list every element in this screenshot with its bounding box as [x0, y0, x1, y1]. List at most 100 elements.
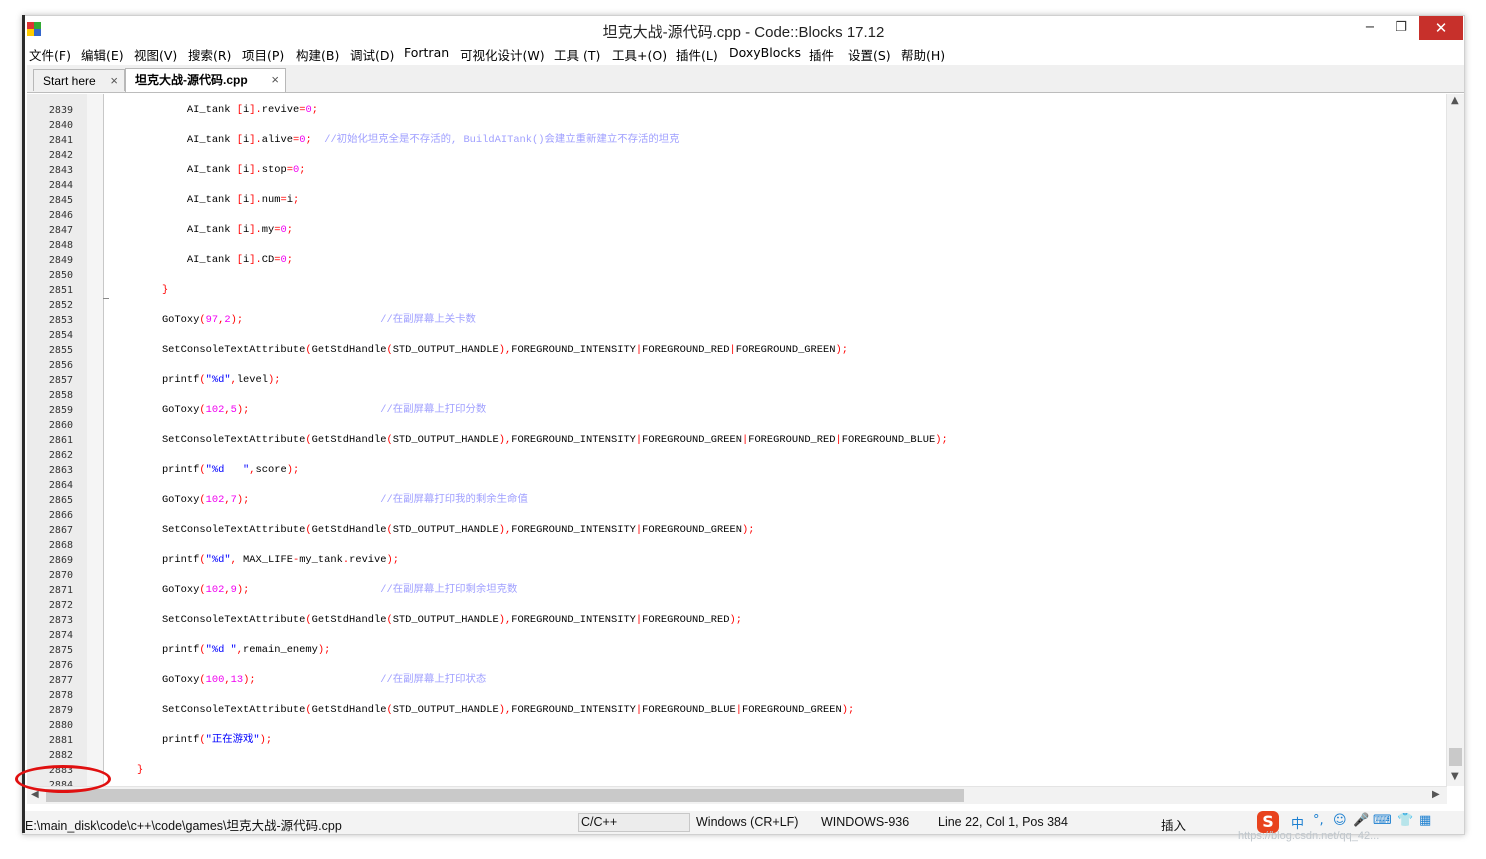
- scroll-up-arrow-icon[interactable]: ▲: [1451, 95, 1459, 106]
- line-number: 2862: [48, 450, 73, 461]
- code-line[interactable]: 2878: [27, 688, 1427, 703]
- code-line[interactable]: 2876: [27, 658, 1427, 673]
- code-line[interactable]: 2880: [27, 718, 1427, 733]
- code-line[interactable]: 2845 AI_tank [i].num=i;: [27, 193, 1427, 208]
- code-line[interactable]: 2846: [27, 208, 1427, 223]
- code-text: AI_tank [i].revive=0;: [137, 104, 318, 116]
- code-line[interactable]: 2856: [27, 358, 1427, 373]
- microphone-icon[interactable]: 🎤: [1353, 813, 1369, 828]
- close-icon[interactable]: ×: [271, 69, 279, 91]
- close-button[interactable]: ✕: [1419, 16, 1463, 40]
- code-line[interactable]: 2874: [27, 628, 1427, 643]
- code-line[interactable]: 2866: [27, 508, 1427, 523]
- vertical-scroll-thumb[interactable]: [1449, 748, 1462, 766]
- menu-edit[interactable]: 编辑(E): [81, 45, 124, 64]
- code-editor[interactable]: 2839 AI_tank [i].revive=0; 2840 2841 AI_ta…: [27, 94, 1464, 804]
- code-text: GoToxy(102,5); //在副屏幕上打印分数: [137, 404, 487, 416]
- tab-start-here[interactable]: Start here ×: [33, 69, 125, 91]
- punctuation-icon[interactable]: °,: [1313, 813, 1324, 828]
- code-line[interactable]: 2862: [27, 448, 1427, 463]
- code-line[interactable]: 2851 }: [27, 283, 1427, 298]
- menu-doxyblocks[interactable]: DoxyBlocks: [729, 45, 801, 60]
- line-number: 2841: [48, 135, 73, 146]
- horizontal-scrollbar[interactable]: ◀ ▶: [27, 786, 1447, 804]
- code-line[interactable]: 2839 AI_tank [i].revive=0;: [27, 103, 1427, 118]
- code-line[interactable]: 2882: [27, 748, 1427, 763]
- code-line[interactable]: 2853 GoToxy(97,2); //在副屏幕上关卡数: [27, 313, 1427, 328]
- code-line[interactable]: 2841 AI_tank [i].alive=0; //初始化坦克全是不存活的,…: [27, 133, 1427, 148]
- menu-search[interactable]: 搜索(R): [188, 45, 231, 64]
- scroll-down-arrow-icon[interactable]: ▼: [1451, 771, 1459, 782]
- menu-view[interactable]: 视图(V): [134, 45, 177, 64]
- menu-visual-design[interactable]: 可视化设计(W): [460, 45, 545, 64]
- toolbox-icon[interactable]: ▦: [1419, 813, 1431, 828]
- code-line[interactable]: 2855 SetConsoleTextAttribute(GetStdHandl…: [27, 343, 1427, 358]
- emoji-icon[interactable]: ☺: [1333, 813, 1347, 828]
- tab-source-file[interactable]: 坦克大战-源代码.cpp ×: [125, 68, 286, 92]
- code-line[interactable]: 2857 printf("%d",level);: [27, 373, 1427, 388]
- code-line[interactable]: 2883}: [27, 763, 1427, 778]
- code-line[interactable]: 2872: [27, 598, 1427, 613]
- menu-plugins[interactable]: 插件(L): [676, 45, 718, 64]
- menu-settings[interactable]: 设置(S): [848, 45, 891, 64]
- code-line[interactable]: 2870: [27, 568, 1427, 583]
- minimize-button[interactable]: −: [1354, 16, 1386, 40]
- code-line[interactable]: 2844: [27, 178, 1427, 193]
- code-line[interactable]: 2865 GoToxy(102,7); //在副屏幕打印我的剩余生命值: [27, 493, 1427, 508]
- line-number: 2852: [48, 300, 73, 311]
- line-number: 2868: [48, 540, 73, 551]
- code-line[interactable]: 2864: [27, 478, 1427, 493]
- code-line[interactable]: 2875 printf("%d ",remain_enemy);: [27, 643, 1427, 658]
- menu-tools[interactable]: 工具 (T): [554, 45, 600, 64]
- code-text: GoToxy(97,2); //在副屏幕上关卡数: [137, 314, 476, 326]
- keyboard-icon[interactable]: ⌨: [1373, 813, 1392, 828]
- menu-file[interactable]: 文件(F): [29, 45, 71, 64]
- close-icon[interactable]: ×: [110, 70, 118, 92]
- horizontal-scroll-thumb[interactable]: [46, 789, 964, 802]
- code-line[interactable]: 2840: [27, 118, 1427, 133]
- code-line[interactable]: 2868: [27, 538, 1427, 553]
- code-line[interactable]: 2867 SetConsoleTextAttribute(GetStdHandl…: [27, 523, 1427, 538]
- menu-build[interactable]: 构建(B): [296, 45, 339, 64]
- skin-icon[interactable]: 👕: [1397, 813, 1413, 828]
- line-number: 2864: [48, 480, 73, 491]
- code-line[interactable]: 2879 SetConsoleTextAttribute(GetStdHandl…: [27, 703, 1427, 718]
- code-line[interactable]: 2850: [27, 268, 1427, 283]
- code-line[interactable]: 2861 SetConsoleTextAttribute(GetStdHandl…: [27, 433, 1427, 448]
- code-text: SetConsoleTextAttribute(GetStdHandle(STD…: [137, 614, 742, 626]
- line-number: 2853: [48, 315, 73, 326]
- editor-tab-bar: Start here × 坦克大战-源代码.cpp ×: [27, 65, 1464, 93]
- menu-plugins-2[interactable]: 插件: [809, 45, 834, 64]
- maximize-button[interactable]: ❐: [1385, 16, 1417, 40]
- code-line[interactable]: 2843 AI_tank [i].stop=0;: [27, 163, 1427, 178]
- code-line[interactable]: 2852: [27, 298, 1427, 313]
- line-number: 2869: [48, 555, 73, 566]
- scroll-right-arrow-icon[interactable]: ▶: [1432, 789, 1440, 800]
- code-line[interactable]: 2877 GoToxy(100,13); //在副屏幕上打印状态: [27, 673, 1427, 688]
- line-number: 2859: [48, 405, 73, 416]
- code-line[interactable]: 2848: [27, 238, 1427, 253]
- code-line[interactable]: 2854: [27, 328, 1427, 343]
- code-line[interactable]: 2859 GoToxy(102,5); //在副屏幕上打印分数: [27, 403, 1427, 418]
- line-number: 2845: [48, 195, 73, 206]
- menu-debug[interactable]: 调试(D): [350, 45, 394, 64]
- menu-project[interactable]: 项目(P): [242, 45, 284, 64]
- vertical-scrollbar[interactable]: ▲ ▼: [1446, 94, 1464, 786]
- code-line[interactable]: 2847 AI_tank [i].my=0;: [27, 223, 1427, 238]
- line-number: 2856: [48, 360, 73, 371]
- code-line[interactable]: 2881 printf("正在游戏");: [27, 733, 1427, 748]
- title-bar[interactable]: 坦克大战-源代码.cpp - Code::Blocks 17.12 − ❐ ✕: [23, 16, 1464, 44]
- code-line[interactable]: 2842: [27, 148, 1427, 163]
- code-line[interactable]: 2863 printf("%d ",score);: [27, 463, 1427, 478]
- code-line[interactable]: 2858: [27, 388, 1427, 403]
- menu-fortran[interactable]: Fortran: [404, 45, 449, 60]
- code-line[interactable]: 2873 SetConsoleTextAttribute(GetStdHandl…: [27, 613, 1427, 628]
- code-line[interactable]: 2849 AI_tank [i].CD=0;: [27, 253, 1427, 268]
- code-line[interactable]: 2869 printf("%d", MAX_LIFE-my_tank.reviv…: [27, 553, 1427, 568]
- menu-help[interactable]: 帮助(H): [901, 45, 945, 64]
- code-line[interactable]: 2871 GoToxy(102,9); //在副屏幕上打印剩余坦克数: [27, 583, 1427, 598]
- code-line[interactable]: 2860: [27, 418, 1427, 433]
- code-text: GoToxy(102,7); //在副屏幕打印我的剩余生命值: [137, 494, 528, 506]
- code-text: SetConsoleTextAttribute(GetStdHandle(STD…: [137, 434, 948, 446]
- menu-tools-plus[interactable]: 工具+(O): [612, 45, 667, 64]
